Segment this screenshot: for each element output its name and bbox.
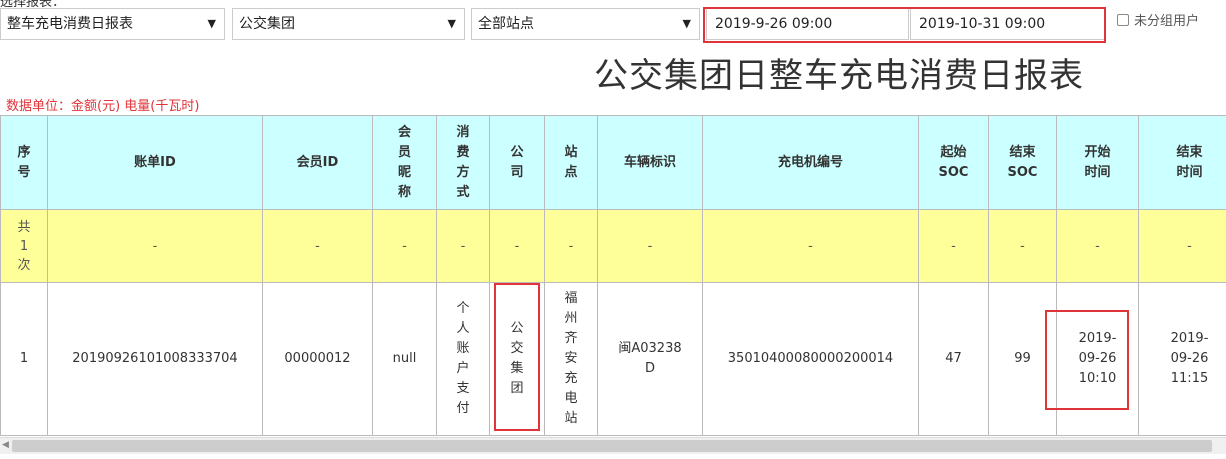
report-table: 序号 账单ID 会员ID 会员昵称 消费方式 公司 站点 车辆标识 充电机编号 … — [0, 115, 1226, 436]
ungrouped-users-checkbox[interactable] — [1117, 13, 1129, 26]
report-type-value: 整车充电消费日报表 — [7, 16, 133, 32]
table-header-row: 序号 账单ID 会员ID 会员昵称 消费方式 公司 站点 车辆标识 充电机编号 … — [0, 115, 1226, 210]
total-cell: - — [918, 209, 989, 283]
cell-end-time: 2019-09-26 11:15 — [1138, 282, 1226, 436]
total-label: 共1次 — [0, 209, 48, 283]
cell-start-soc: 47 — [918, 282, 989, 436]
col-header: 站点 — [544, 115, 598, 210]
company-value: 公交集团 — [239, 16, 295, 32]
horizontal-scrollbar[interactable]: ◀ — [0, 437, 1226, 454]
total-cell: - — [597, 209, 703, 283]
col-header: 开始时间 — [1056, 115, 1139, 210]
total-cell: - — [372, 209, 437, 283]
start-time-highlight — [1045, 310, 1129, 410]
chevron-down-icon: ▼ — [207, 17, 216, 30]
col-header: 起始SOC — [918, 115, 989, 210]
table-row: 1 20190926101008333704 00000012 null 个人账… — [0, 282, 1226, 436]
total-cell: - — [702, 209, 919, 283]
scroll-left-icon[interactable]: ◀ — [2, 440, 9, 450]
cell-charger-no: 35010400080000200014 — [702, 282, 919, 436]
date-range-highlight — [703, 7, 1106, 43]
report-title: 公交集团日整车充电消费日报表 — [594, 56, 1084, 96]
ungrouped-users-option[interactable]: 未分组用户 — [1117, 10, 1199, 29]
col-header: 序号 — [0, 115, 48, 210]
cell-bill-id: 20190926101008333704 — [47, 282, 263, 436]
chevron-down-icon: ▼ — [682, 17, 691, 30]
total-cell: - — [988, 209, 1057, 283]
total-cell: - — [489, 209, 545, 283]
col-header: 公司 — [489, 115, 545, 210]
cell-company: 公交集团 — [489, 282, 545, 436]
cell-station: 福州齐安充电站 — [544, 282, 598, 436]
col-header: 充电机编号 — [702, 115, 919, 210]
col-header: 结束SOC — [988, 115, 1057, 210]
cell-member-id: 00000012 — [262, 282, 373, 436]
total-row: 共1次 - - - - - - - - - - - - — [0, 209, 1226, 283]
col-header: 会员ID — [262, 115, 373, 210]
total-cell: - — [47, 209, 263, 283]
col-header: 账单ID — [47, 115, 263, 210]
cell-vehicle: 闽A03238D — [597, 282, 703, 436]
station-select[interactable]: 全部站点 ▼ — [471, 8, 700, 40]
total-cell: - — [544, 209, 598, 283]
total-cell: - — [1138, 209, 1226, 283]
col-header: 会员昵称 — [372, 115, 437, 210]
col-header: 车辆标识 — [597, 115, 703, 210]
cell-start-time: 2019-09-26 10:10 — [1045, 282, 1139, 436]
total-cell: - — [436, 209, 490, 283]
cell-index: 1 — [0, 282, 48, 436]
station-value: 全部站点 — [478, 16, 534, 32]
chevron-down-icon: ▼ — [447, 17, 456, 30]
company-highlight — [494, 283, 540, 431]
col-header: 结束时间 — [1138, 115, 1226, 210]
unit-note: 数据单位：金额(元) 电量(千瓦时) — [6, 99, 200, 114]
report-type-select[interactable]: 整车充电消费日报表 ▼ — [0, 8, 225, 40]
company-select[interactable]: 公交集团 ▼ — [232, 8, 465, 40]
cell-payment: 个人账户支付 — [436, 282, 490, 436]
ungrouped-users-label: 未分组用户 — [1134, 14, 1200, 29]
cell-nickname: null — [372, 282, 437, 436]
scroll-thumb[interactable] — [12, 440, 1212, 452]
total-cell: - — [1056, 209, 1139, 283]
total-cell: - — [262, 209, 373, 283]
col-header: 消费方式 — [436, 115, 490, 210]
